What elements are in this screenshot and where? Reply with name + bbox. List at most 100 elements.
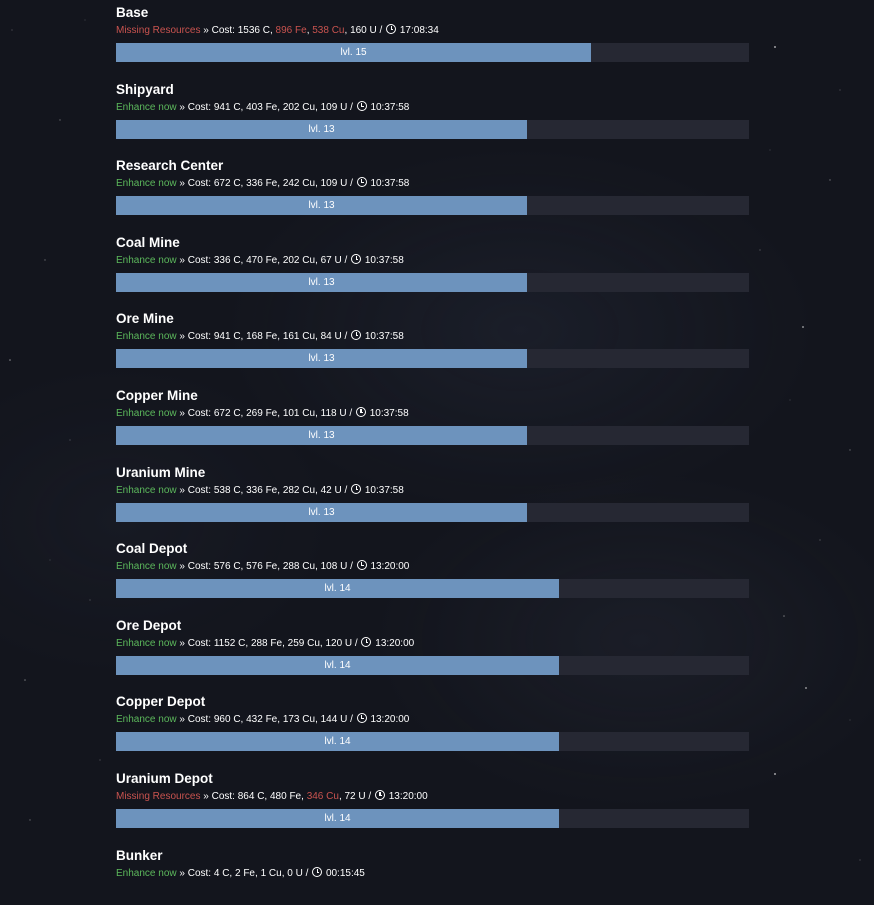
- cost-uranium: 42 U: [320, 485, 342, 496]
- building-cost-line: Enhance now » Cost: 576 C, 576 Fe, 288 C…: [116, 560, 409, 573]
- enhance-now-link[interactable]: Enhance now: [116, 485, 177, 496]
- separator: /: [347, 561, 356, 572]
- separator: /: [347, 178, 356, 189]
- build-time-value: 17:08:34: [399, 25, 439, 36]
- building-cost-line: Enhance now » Cost: 1152 C, 288 Fe, 259 …: [116, 637, 414, 650]
- building-row: Coal Mine Enhance now » Cost: 336 C, 470 …: [116, 230, 749, 292]
- separator: /: [341, 485, 351, 496]
- cost-uranium: 108 U: [320, 561, 348, 572]
- cost-label: » Cost:: [176, 102, 214, 113]
- separator: /: [341, 331, 351, 342]
- building-row: Copper Mine Enhance now » Cost: 672 C, 26…: [116, 383, 749, 445]
- cost-label: » Cost:: [200, 25, 238, 36]
- building-name: Research Center: [116, 158, 224, 173]
- enhance-now-link[interactable]: Enhance now: [116, 178, 177, 189]
- level-progress-bar: lvl. 13: [116, 196, 749, 215]
- cost-copper: 101 Cu: [282, 408, 316, 419]
- building-cost-line: Enhance now » Cost: 4 C, 2 Fe, 1 Cu, 0 U…: [116, 867, 365, 880]
- cost-coal: 941 C: [213, 331, 241, 342]
- missing-resources-label: Missing Resources: [116, 25, 201, 36]
- cost-uranium: 72 U: [344, 791, 366, 802]
- cost-copper: 1 Cu: [260, 868, 282, 879]
- level-label: lvl. 13: [308, 507, 335, 518]
- clock-icon: [351, 484, 362, 494]
- level-progress-bar: lvl. 14: [116, 732, 749, 751]
- cost-copper: 282 Cu: [282, 485, 316, 496]
- building-cost-line: Enhance now » Cost: 672 C, 269 Fe, 101 C…: [116, 407, 409, 420]
- clock-icon: [356, 101, 367, 111]
- building-row: Uranium Depot Missing Resources » Cost: 8…: [116, 766, 749, 828]
- clock-icon: [351, 330, 362, 340]
- cost-ore: 288 Fe: [250, 638, 283, 649]
- separator: /: [376, 25, 386, 36]
- building-cost-line: Enhance now » Cost: 538 C, 336 Fe, 282 C…: [116, 484, 404, 497]
- cost-coal: 941 C: [213, 102, 241, 113]
- enhance-now-link[interactable]: Enhance now: [116, 868, 177, 879]
- building-row: Copper Depot Enhance now » Cost: 960 C, 4…: [116, 689, 749, 751]
- build-time-value: 13:20:00: [370, 714, 410, 725]
- cost-ore: 336 Fe: [246, 485, 278, 496]
- enhance-now-link[interactable]: Enhance now: [116, 255, 177, 266]
- cost-coal: 960 C: [213, 714, 241, 725]
- cost-label: » Cost:: [176, 255, 214, 266]
- enhance-now-link[interactable]: Enhance now: [116, 638, 177, 649]
- level-label: lvl. 15: [340, 47, 367, 58]
- clock-icon: [361, 637, 372, 647]
- build-time-value: 13:20:00: [370, 561, 410, 572]
- enhance-now-link[interactable]: Enhance now: [116, 102, 177, 113]
- cost-ore: 403 Fe: [246, 102, 278, 113]
- cost-label: » Cost:: [176, 868, 214, 879]
- cost-coal: 1152 C: [213, 638, 246, 649]
- build-time-value: 10:37:58: [364, 255, 404, 266]
- cost-coal: 336 C: [213, 255, 241, 266]
- building-cost-line: Enhance now » Cost: 672 C, 336 Fe, 242 C…: [116, 177, 409, 190]
- cost-copper: 346 Cu: [306, 791, 339, 802]
- building-name: Base: [116, 5, 149, 20]
- level-label: lvl. 14: [324, 660, 351, 671]
- building-name: Uranium Depot: [116, 771, 213, 786]
- cost-copper: 288 Cu: [282, 561, 316, 572]
- cost-label: » Cost:: [176, 178, 214, 189]
- enhance-now-link[interactable]: Enhance now: [116, 561, 177, 572]
- cost-coal: 4 C: [213, 868, 230, 879]
- building-row: Coal Depot Enhance now » Cost: 576 C, 576…: [116, 536, 749, 598]
- build-time-value: 10:37:58: [364, 485, 404, 496]
- building-row: Base Missing Resources » Cost: 1536 C, 89…: [116, 0, 749, 62]
- building-cost-line: Enhance now » Cost: 941 C, 403 Fe, 202 C…: [116, 101, 409, 114]
- build-time-value: 10:37:58: [369, 408, 409, 419]
- enhance-now-link[interactable]: Enhance now: [116, 408, 177, 419]
- building-name: Ore Mine: [116, 311, 174, 326]
- level-progress-bar: lvl. 13: [116, 273, 749, 292]
- building-name: Coal Mine: [116, 235, 180, 250]
- cost-label: » Cost:: [200, 791, 238, 802]
- separator: /: [341, 255, 351, 266]
- separator: /: [302, 868, 312, 879]
- build-time-value: 10:37:58: [370, 102, 410, 113]
- cost-copper: 259 Cu: [287, 638, 320, 649]
- cost-ore: 269 Fe: [246, 408, 278, 419]
- cost-uranium: 109 U: [320, 178, 348, 189]
- clock-icon: [355, 407, 366, 417]
- cost-label: » Cost:: [176, 408, 214, 419]
- build-time-value: 10:37:58: [370, 178, 410, 189]
- level-label: lvl. 14: [324, 813, 351, 824]
- enhance-now-link[interactable]: Enhance now: [116, 714, 177, 725]
- level-progress-bar: lvl. 14: [116, 579, 749, 598]
- building-name: Coal Depot: [116, 541, 188, 556]
- cost-copper: 173 Cu: [282, 714, 316, 725]
- enhance-now-link[interactable]: Enhance now: [116, 331, 177, 342]
- level-progress-bar: lvl. 14: [116, 809, 749, 828]
- clock-icon: [386, 24, 397, 34]
- building-name: Copper Depot: [116, 694, 206, 709]
- build-time-value: 00:15:45: [325, 868, 365, 879]
- cost-coal: 864 C: [237, 791, 265, 802]
- cost-copper: 161 Cu: [282, 331, 316, 342]
- cost-ore: 470 Fe: [246, 255, 278, 266]
- build-time-value: 13:20:00: [388, 791, 428, 802]
- separator: /: [352, 638, 361, 649]
- missing-resources-label: Missing Resources: [116, 791, 201, 802]
- level-progress-bar: lvl. 14: [116, 656, 749, 675]
- building-row: Bunker Enhance now » Cost: 4 C, 2 Fe, 1 C…: [116, 843, 749, 905]
- separator: /: [347, 102, 356, 113]
- build-time-value: 10:37:58: [364, 331, 404, 342]
